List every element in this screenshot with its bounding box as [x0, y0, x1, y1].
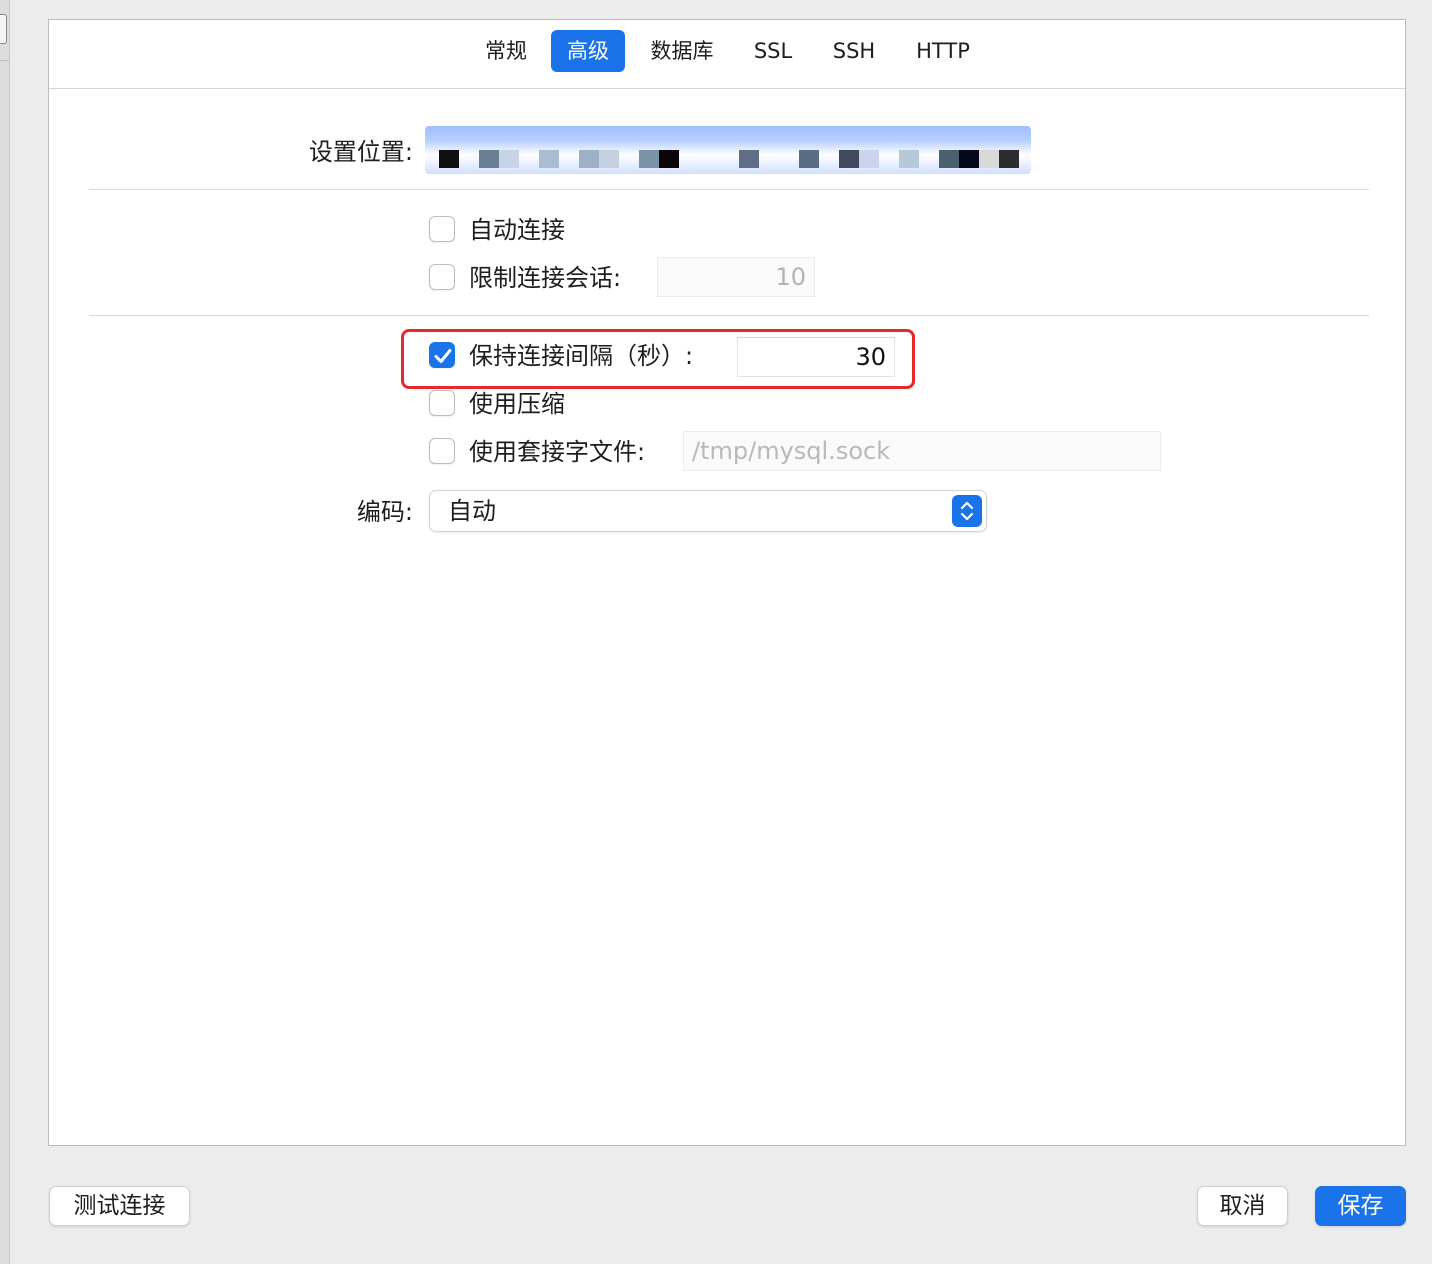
limit-sessions-checkbox[interactable]: [429, 264, 455, 290]
background-window-icon: [0, 14, 7, 44]
settings-panel: 常规 高级 数据库 SSL SSH HTTP 设置位置: 自动连接 限制连接会话…: [48, 19, 1406, 1146]
section-divider-2: [89, 315, 1369, 316]
tab-database[interactable]: 数据库: [637, 30, 727, 72]
socket-path-input[interactable]: /tmp/mysql.sock: [683, 431, 1161, 471]
cancel-button[interactable]: 取消: [1197, 1186, 1288, 1226]
use-compression-label: 使用压缩: [469, 390, 565, 418]
background-window-divider: [0, 60, 9, 61]
save-button[interactable]: 保存: [1315, 1186, 1406, 1226]
use-socket-checkbox[interactable]: [429, 438, 455, 464]
section-divider-1: [89, 189, 1369, 190]
tab-advanced[interactable]: 高级: [551, 30, 625, 72]
select-stepper-icon: [952, 495, 982, 527]
background-window-edge: [0, 0, 10, 1264]
use-socket-label: 使用套接字文件:: [469, 438, 646, 466]
encoding-select[interactable]: 自动: [429, 490, 987, 532]
limit-sessions-label: 限制连接会话:: [469, 264, 622, 292]
settings-location-redacted-path: [421, 126, 1035, 174]
highlight-annotation: [401, 329, 915, 389]
limit-sessions-input[interactable]: 10: [657, 257, 815, 297]
use-compression-checkbox[interactable]: [429, 390, 455, 416]
tab-ssl[interactable]: SSL: [741, 30, 805, 72]
tab-bar: 常规 高级 数据库 SSL SSH HTTP: [49, 20, 1405, 89]
tab-general[interactable]: 常规: [473, 30, 539, 72]
encoding-label: 编码:: [356, 498, 413, 526]
encoding-selected-value: 自动: [448, 497, 496, 525]
tab-http[interactable]: HTTP: [903, 30, 983, 72]
settings-location-label: 设置位置:: [308, 138, 413, 166]
auto-connect-checkbox[interactable]: [429, 216, 455, 242]
auto-connect-label: 自动连接: [469, 216, 565, 244]
test-connection-button[interactable]: 测试连接: [49, 1186, 190, 1226]
tab-ssh[interactable]: SSH: [819, 30, 889, 72]
